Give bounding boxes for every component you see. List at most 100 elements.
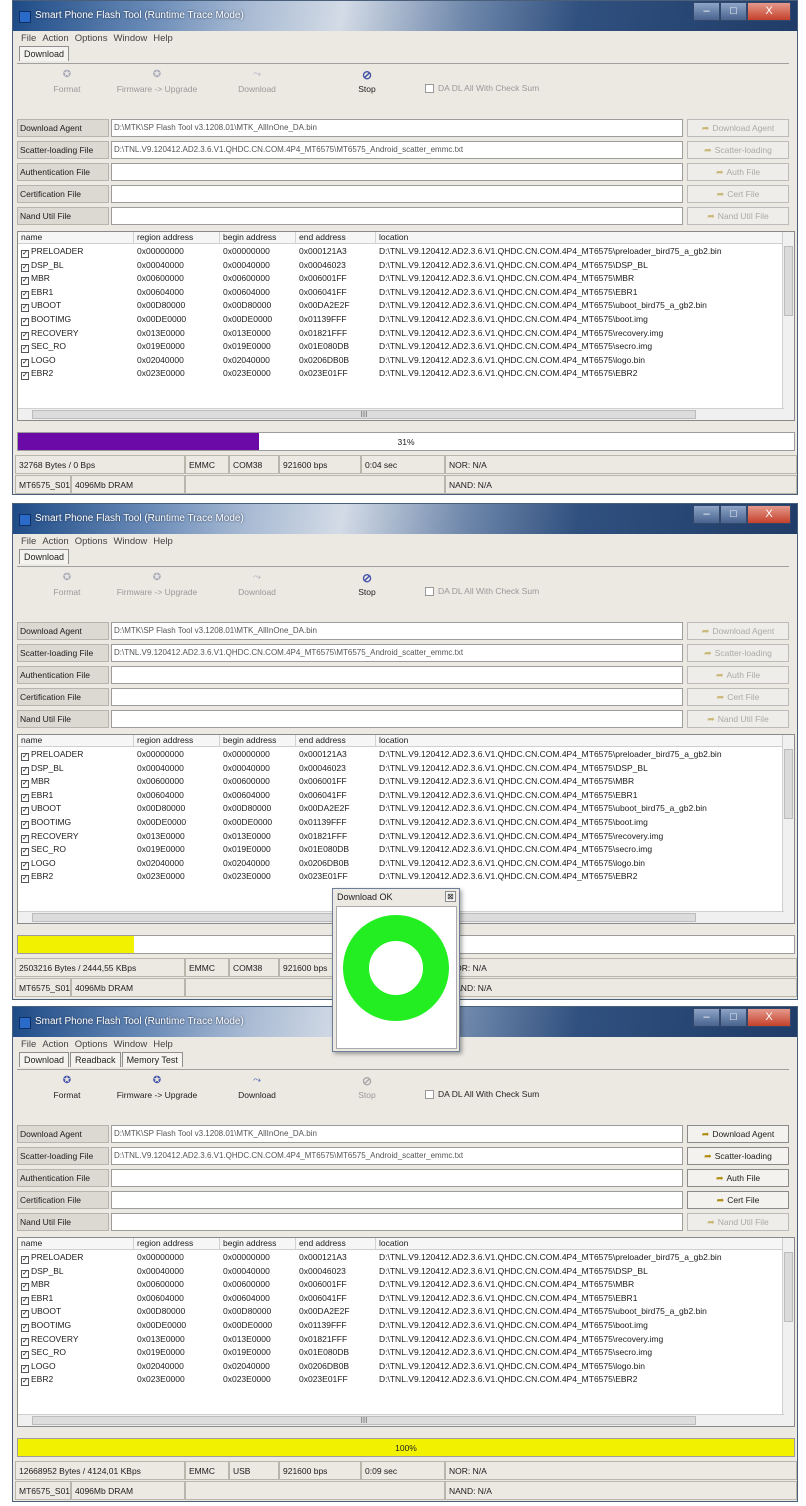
table-row[interactable]: ✓ PRELOADER 0x00000000 0x00000000 0x000121A3… (18, 1251, 784, 1264)
table-row[interactable]: ✓ EBR2 0x023E0000 0x023E0000 0x023E01FF D:\TN… (18, 870, 784, 884)
row-checkbox[interactable]: ✓ (21, 753, 29, 761)
tab-download[interactable]: Download (19, 1052, 70, 1067)
table-row[interactable]: ✓ BOOTIMG 0x00DE0000 0x00DE0000 0x01139FFF D:… (18, 1319, 784, 1332)
row-checkbox[interactable]: ✓ (21, 793, 29, 802)
horizontal-scrollbar[interactable]: III (18, 408, 784, 420)
table-row[interactable]: ✓ EBR1 0x00604000 0x00604000 0x006041FF D:\TN… (18, 286, 784, 299)
row-checkbox[interactable]: ✓ (21, 1256, 29, 1264)
row-checkbox[interactable]: ✓ (21, 277, 29, 286)
menu-window[interactable]: Window (113, 536, 147, 547)
file-path-input[interactable] (111, 1191, 683, 1209)
row-checkbox[interactable]: ✓ (21, 1283, 29, 1292)
table-row[interactable]: ✓ SEC_RO 0x019E0000 0x019E0000 0x01E080DB D:\… (18, 1346, 784, 1360)
side-button[interactable]: ➦ Scatter-loading (687, 141, 789, 159)
menu-action[interactable]: Action (42, 33, 68, 44)
menu-file[interactable]: File (21, 33, 36, 44)
row-checkbox[interactable]: ✓ (21, 821, 29, 829)
table-row[interactable]: ✓ BOOTIMG 0x00DE0000 0x00DE0000 0x01139FFF D:… (18, 816, 784, 829)
row-checkbox[interactable]: ✓ (21, 1324, 29, 1332)
tab-readback[interactable]: Readback (70, 1052, 121, 1067)
file-path-input[interactable] (111, 207, 683, 225)
side-button[interactable]: ➦ Scatter-loading (687, 1147, 789, 1165)
table-row[interactable]: ✓ SEC_RO 0x019E0000 0x019E0000 0x01E080DB D:\… (18, 843, 784, 857)
table-row[interactable]: ✓ LOGO 0x02040000 0x02040000 0x0206DB0B D:\TN… (18, 1360, 784, 1373)
close-button[interactable]: X (747, 2, 791, 21)
row-checkbox[interactable]: ✓ (21, 1337, 29, 1346)
side-button[interactable]: ➦ Auth File (687, 666, 789, 684)
column-header[interactable]: name (18, 735, 134, 747)
column-header[interactable]: location (376, 1238, 784, 1250)
table-row[interactable]: ✓ LOGO 0x02040000 0x02040000 0x0206DB0B D:\TN… (18, 857, 784, 870)
column-header[interactable]: region address (134, 735, 220, 747)
scroll-thumb[interactable]: III (32, 410, 696, 419)
scroll-thumb[interactable] (784, 246, 793, 316)
table-row[interactable]: ✓ UBOOT 0x00D80000 0x00D80000 0x00DA2E2F D:\T… (18, 299, 784, 313)
table-row[interactable]: ✓ RECOVERY 0x013E0000 0x013E0000 0x01821FFF D… (18, 830, 784, 843)
stop-button[interactable]: ⊘ Stop (347, 572, 387, 597)
column-header[interactable]: name (18, 232, 134, 244)
row-checkbox[interactable]: ✓ (21, 1310, 29, 1319)
row-checkbox[interactable]: ✓ (21, 318, 29, 326)
menu-help[interactable]: Help (153, 1039, 173, 1050)
row-checkbox[interactable]: ✓ (21, 807, 29, 816)
download-button[interactable]: ⤳ Download (227, 1076, 287, 1101)
title-bar[interactable]: Smart Phone Flash Tool (Runtime Trace Mo… (13, 504, 797, 534)
maximize-button[interactable]: □ (720, 1008, 747, 1027)
row-checkbox[interactable]: ✓ (21, 1364, 29, 1373)
minimize-button[interactable]: – (693, 505, 720, 524)
table-row[interactable]: ✓ UBOOT 0x00D80000 0x00D80000 0x00DA2E2F D:\T… (18, 802, 784, 816)
menu-action[interactable]: Action (42, 1039, 68, 1050)
table-row[interactable]: ✓ MBR 0x00600000 0x00600000 0x006001FF D:\TNL… (18, 1278, 784, 1292)
checksum-checkbox[interactable]: DA DL All With Check Sum (425, 83, 539, 93)
tab-download[interactable]: Download (19, 46, 70, 61)
row-checkbox[interactable]: ✓ (21, 372, 29, 381)
row-checkbox[interactable]: ✓ (21, 304, 29, 313)
row-checkbox[interactable]: ✓ (21, 1296, 29, 1305)
stop-button[interactable]: ⊘ Stop (347, 1075, 387, 1100)
side-button[interactable]: ➦ Cert File (687, 1191, 789, 1209)
file-path-input[interactable] (111, 666, 683, 684)
column-header[interactable]: begin address (220, 735, 296, 747)
table-row[interactable]: ✓ DSP_BL 0x00040000 0x00040000 0x00046023 D:\… (18, 259, 784, 272)
row-checkbox[interactable]: ✓ (21, 875, 29, 884)
column-header[interactable]: region address (134, 1238, 220, 1250)
file-path-input[interactable] (111, 710, 683, 728)
side-button[interactable]: ➦ Auth File (687, 163, 789, 181)
menu-help[interactable]: Help (153, 536, 173, 547)
side-button[interactable]: ➦ Download Agent (687, 1125, 789, 1143)
column-header[interactable]: location (376, 735, 784, 747)
vertical-scrollbar[interactable] (782, 1238, 794, 1426)
side-button[interactable]: ➦ Auth File (687, 1169, 789, 1187)
file-path-input[interactable]: D:\MTK\SP Flash Tool v3.1208.01\MTK_AllI… (111, 119, 683, 137)
tab-download[interactable]: Download (19, 549, 70, 564)
column-header[interactable]: location (376, 232, 784, 244)
table-row[interactable]: ✓ PRELOADER 0x00000000 0x00000000 0x000121A3… (18, 245, 784, 258)
side-button[interactable]: ➦ Download Agent (687, 622, 789, 640)
row-checkbox[interactable]: ✓ (21, 848, 29, 857)
row-checkbox[interactable]: ✓ (21, 345, 29, 354)
maximize-button[interactable]: □ (720, 2, 747, 21)
close-button[interactable]: X (747, 505, 791, 524)
table-row[interactable]: ✓ MBR 0x00600000 0x00600000 0x006001FF D:\TNL… (18, 272, 784, 286)
table-row[interactable]: ✓ EBR1 0x00604000 0x00604000 0x006041FF D:\TN… (18, 1292, 784, 1305)
close-button[interactable]: X (747, 1008, 791, 1027)
row-checkbox[interactable]: ✓ (21, 1269, 29, 1278)
table-row[interactable]: ✓ DSP_BL 0x00040000 0x00040000 0x00046023 D:\… (18, 762, 784, 775)
row-checkbox[interactable]: ✓ (21, 290, 29, 299)
column-header[interactable]: begin address (220, 1238, 296, 1250)
row-checkbox[interactable]: ✓ (21, 861, 29, 870)
format-button[interactable]: ✪ Format (47, 70, 87, 95)
file-path-input[interactable]: D:\TNL.V9.120412.AD2.3.6.V1.QHDC.CN.COM.… (111, 1147, 683, 1165)
format-button[interactable]: ✪ Format (47, 1076, 87, 1101)
menu-action[interactable]: Action (42, 536, 68, 547)
table-row[interactable]: ✓ LOGO 0x02040000 0x02040000 0x0206DB0B D:\TN… (18, 354, 784, 367)
minimize-button[interactable]: – (693, 2, 720, 21)
row-checkbox[interactable]: ✓ (21, 263, 29, 272)
title-bar[interactable]: Smart Phone Flash Tool (Runtime Trace Mo… (13, 1, 797, 31)
dialog-close-button[interactable]: ⊠ (445, 891, 456, 902)
column-header[interactable]: end address (296, 1238, 376, 1250)
firmware-upgrade-button[interactable]: ✪ Firmware -> Upgrade (107, 1076, 207, 1101)
table-row[interactable]: ✓ BOOTIMG 0x00DE0000 0x00DE0000 0x01139FFF D:… (18, 313, 784, 326)
file-path-input[interactable] (111, 1213, 683, 1231)
table-row[interactable]: ✓ EBR1 0x00604000 0x00604000 0x006041FF D:\TN… (18, 789, 784, 802)
